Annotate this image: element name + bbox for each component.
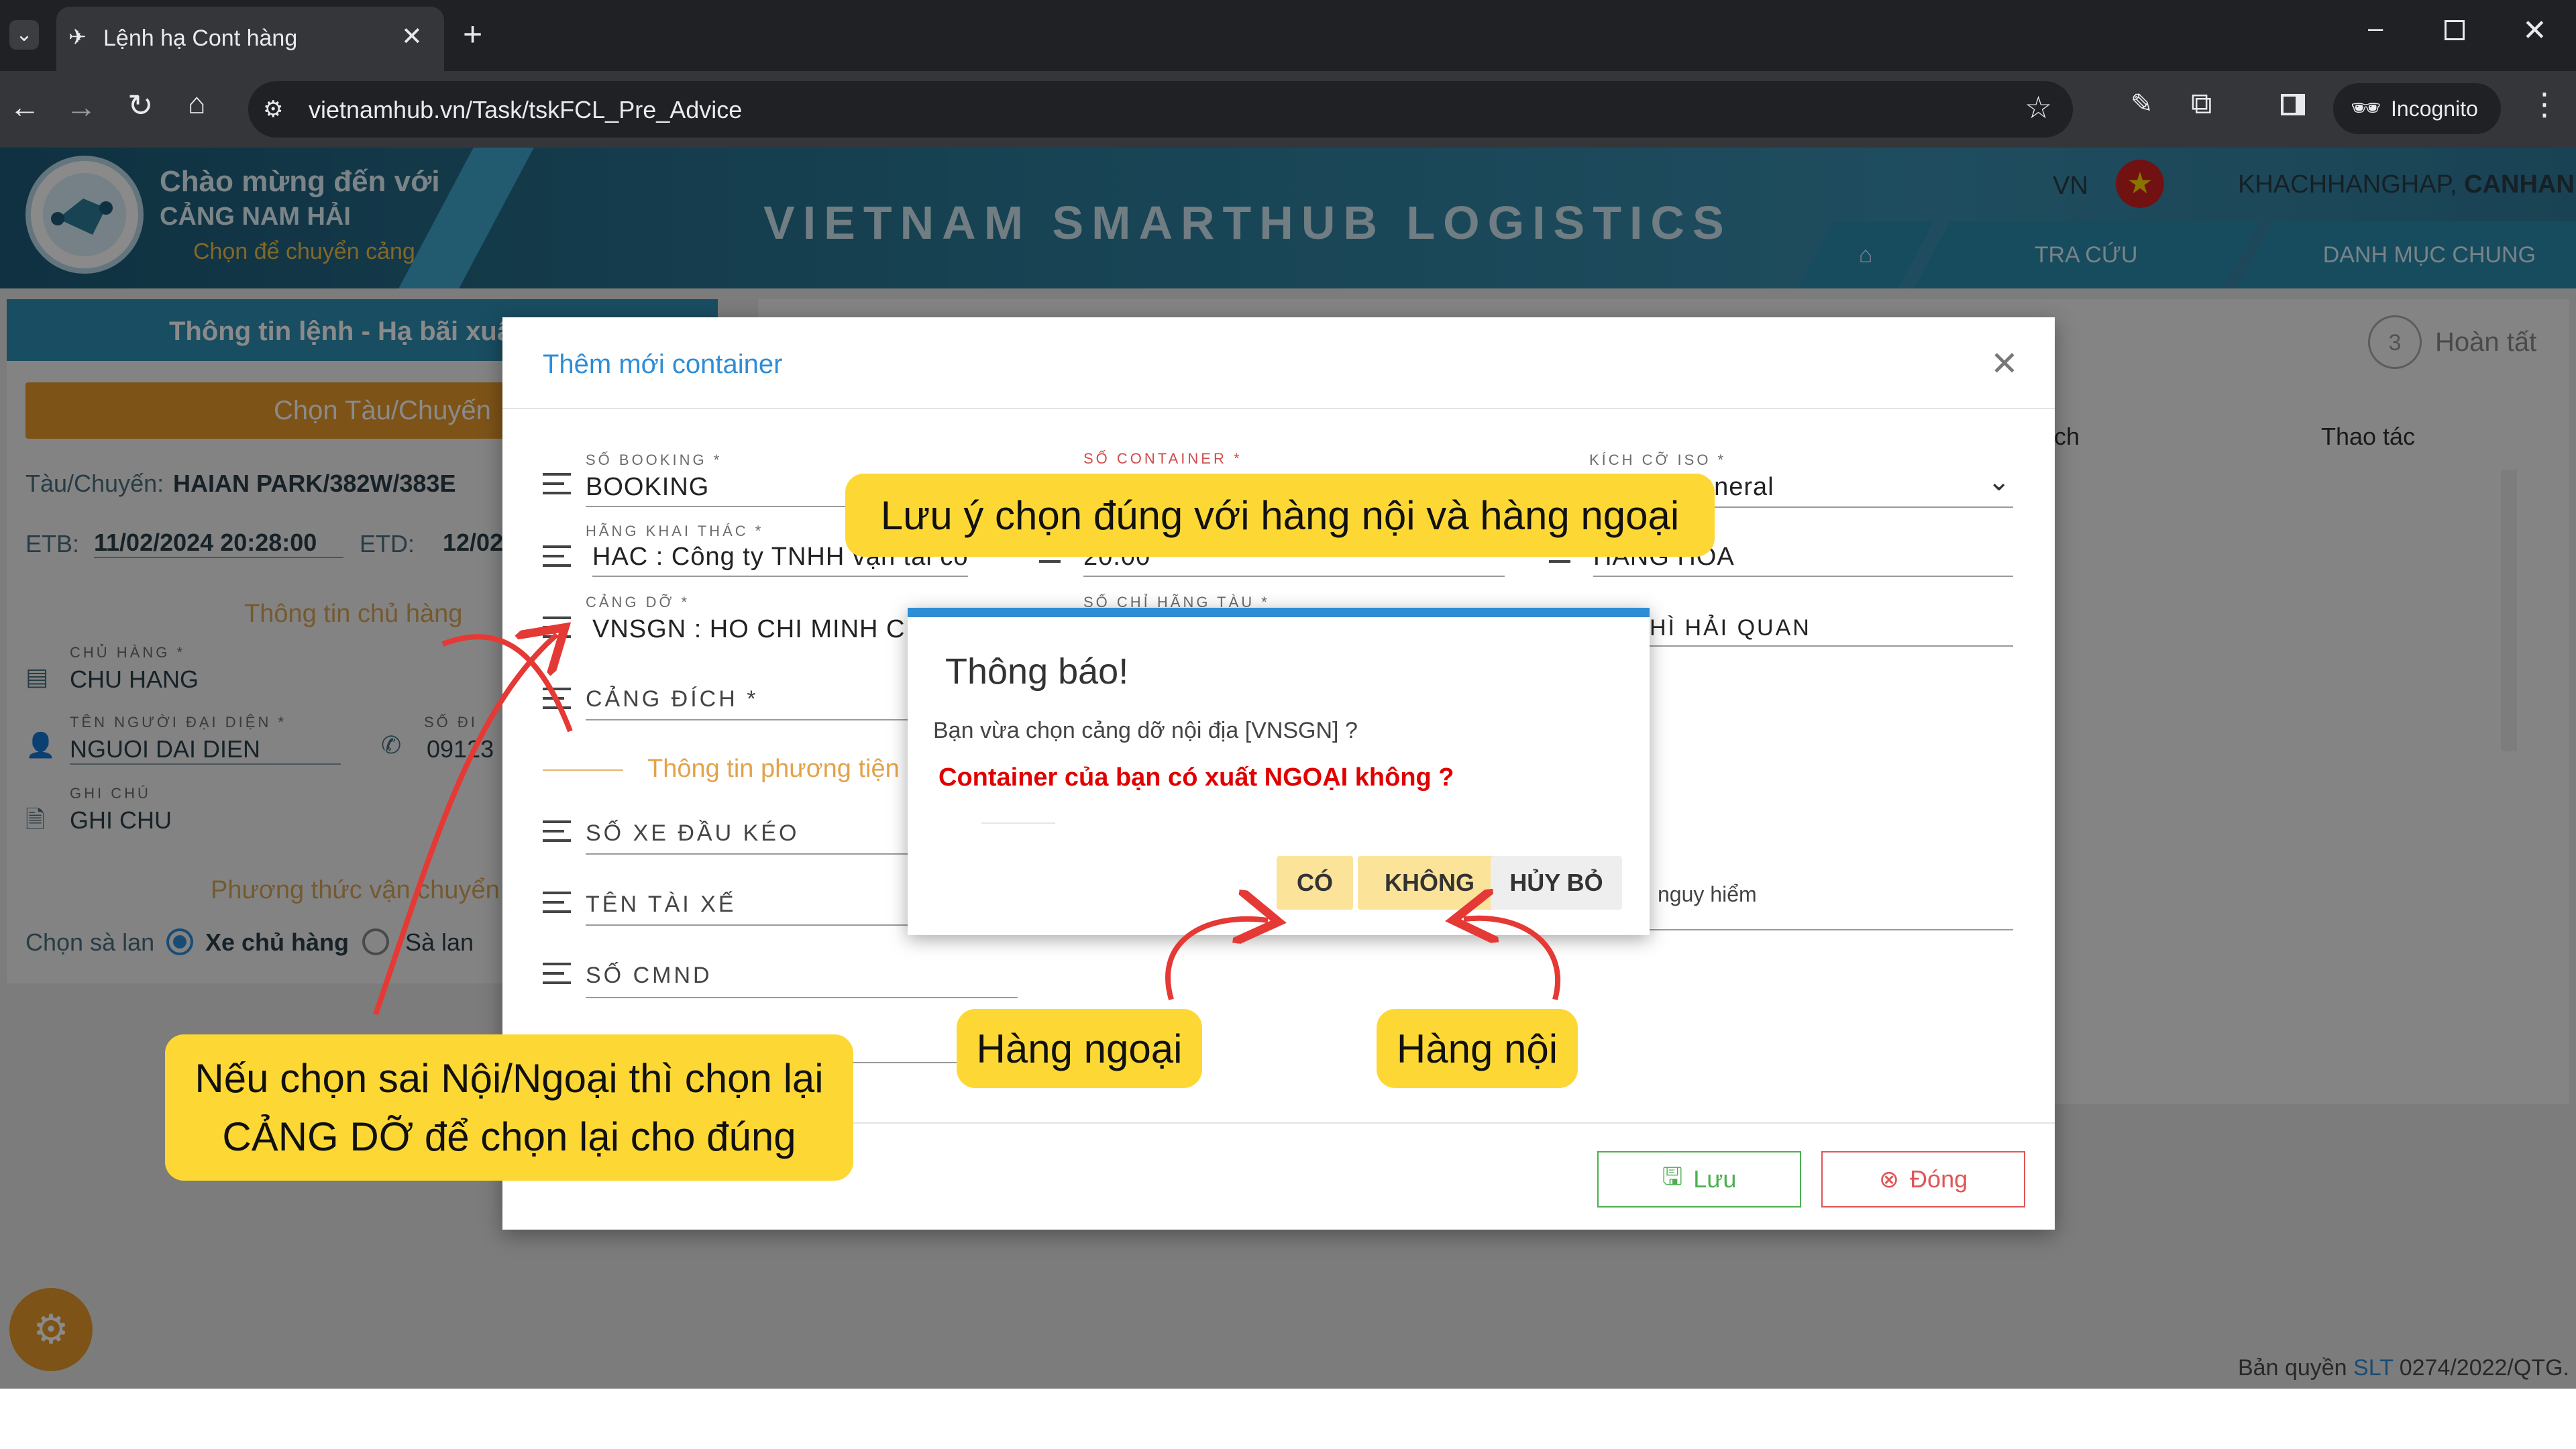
vehicle-section-title: Thông tin phương tiện: [647, 755, 900, 783]
driver-input[interactable]: TÊN TÀI XẾ: [586, 892, 934, 926]
home-icon[interactable]: ⌂: [188, 87, 206, 121]
tab-search-chevron-icon[interactable]: ⌄: [9, 20, 39, 50]
iso-label: KÍCH CỠ ISO *: [1589, 451, 1727, 468]
forward-icon[interactable]: →: [66, 89, 97, 125]
yes-label: CÓ: [1297, 869, 1333, 896]
pol-input[interactable]: VNSGN : HO CHI MINH CITY: [592, 615, 947, 644]
site-info-icon[interactable]: ⚙: [263, 96, 283, 123]
left-note-line2: CẢNG DỠ để chọn lại cho đúng: [222, 1114, 796, 1159]
minimize-icon[interactable]: –: [2368, 13, 2383, 44]
close-button[interactable]: ⊗ Đóng: [1821, 1151, 2025, 1208]
no-button[interactable]: KHÔNG: [1358, 856, 1501, 910]
incognito-icon: 🕶: [2351, 94, 2381, 121]
save-disk-icon: 🖫: [1662, 1162, 1683, 1190]
dialog-title: Thông báo!: [945, 651, 1129, 692]
domestic-text: Hàng nội: [1396, 1026, 1558, 1071]
booking-label: SỐ BOOKING *: [586, 451, 722, 468]
bookmark-star-icon[interactable]: ☆: [2025, 89, 2052, 125]
browser-tab[interactable]: ✈ Lệnh hạ Cont hàng ✕: [56, 7, 444, 71]
extension-icon[interactable]: ✎: [2131, 89, 2153, 119]
vehicle-section-line: [543, 769, 623, 771]
close-circle-icon: ⊗: [1878, 1165, 1900, 1193]
dest-port-input[interactable]: CẢNG ĐÍCH *: [586, 686, 934, 720]
yes-button[interactable]: CÓ: [1277, 856, 1353, 910]
danger-underline: [1643, 929, 2013, 930]
dialog-question: Container của bạn có xuất NGOẠI không ?: [938, 763, 1454, 792]
tab-favicon-icon: ✈: [68, 25, 87, 49]
side-panel-icon[interactable]: [2281, 94, 2305, 115]
pol-list-icon[interactable]: [543, 616, 571, 638]
dialog-rule: [981, 822, 1055, 824]
id-list-icon[interactable]: [543, 963, 571, 984]
close-window-icon[interactable]: ✕: [2522, 13, 2547, 48]
tab-title: Lệnh hạ Cont hàng: [103, 25, 298, 51]
tab-close-icon[interactable]: ✕: [401, 21, 423, 52]
new-tab-icon[interactable]: +: [463, 15, 482, 54]
modal-close-icon[interactable]: ✕: [1990, 344, 2019, 383]
dest-port-list-icon[interactable]: [543, 688, 571, 709]
domestic-callout: Hàng nội: [1377, 1009, 1578, 1088]
url-text[interactable]: vietnamhub.vn/Task/tskFCL_Pre_Advice: [309, 96, 742, 124]
no-label: KHÔNG: [1385, 869, 1474, 896]
id-input[interactable]: SỐ CMND: [586, 963, 1018, 998]
booking-list-icon[interactable]: [543, 473, 571, 494]
close-label: Đóng: [1910, 1165, 1968, 1193]
browser-menu-icon[interactable]: ⋮: [2529, 86, 2560, 122]
omnibox[interactable]: ⚙ vietnamhub.vn/Task/tskFCL_Pre_Advice ☆: [248, 81, 2073, 138]
modal-header-divider: [502, 408, 2055, 409]
iso-dropdown-chevron-icon[interactable]: ⌄: [1988, 466, 2010, 497]
top-note-callout: Lưu ý chọn đúng với hàng nội và hàng ngo…: [845, 474, 1715, 557]
operator-label: HÃNG KHAI THÁC *: [586, 523, 764, 539]
incognito-chip[interactable]: 🕶 Incognito: [2333, 83, 2501, 134]
danger-label: nguy hiểm: [1658, 882, 1757, 906]
dialog-message: Bạn vừa chọn cảng dỡ nội địa [VNSGN] ?: [933, 718, 1358, 743]
cancel-button[interactable]: HỦY BỎ: [1491, 856, 1622, 910]
customs-seal-input[interactable]: HÌ HẢI QUAN: [1650, 615, 2013, 647]
restore-icon[interactable]: [2445, 20, 2465, 40]
truck-list-icon[interactable]: [543, 820, 571, 842]
left-note-callout: Nếu chọn sai Nội/Ngoại thì chọn lại CẢNG…: [165, 1034, 853, 1181]
foreign-callout: Hàng ngoại: [957, 1009, 1202, 1088]
left-note-line1: Nếu chọn sai Nội/Ngoại thì chọn lại: [195, 1056, 824, 1101]
modal-title: Thêm mới container: [543, 350, 783, 379]
container-label: SỐ CONTAINER *: [1083, 450, 1242, 467]
driver-list-icon[interactable]: [543, 892, 571, 913]
incognito-label: Incognito: [2391, 97, 2478, 121]
reload-icon[interactable]: ↻: [127, 87, 154, 123]
cancel-label: HỦY BỎ: [1509, 869, 1603, 896]
save-label: Lưu: [1693, 1165, 1737, 1193]
truck-input[interactable]: SỐ XE ĐẦU KÉO: [586, 820, 934, 855]
foreign-text: Hàng ngoại: [976, 1026, 1183, 1071]
top-note-text: Lưu ý chọn đúng với hàng nội và hàng ngo…: [880, 492, 1680, 538]
save-button[interactable]: 🖫 Lưu: [1597, 1151, 1801, 1208]
back-icon[interactable]: ←: [9, 89, 40, 125]
puzzle-icon[interactable]: ⧉: [2191, 87, 2212, 121]
operator-list-icon[interactable]: [543, 545, 571, 567]
pol-label: CẢNG DỠ *: [586, 594, 690, 610]
